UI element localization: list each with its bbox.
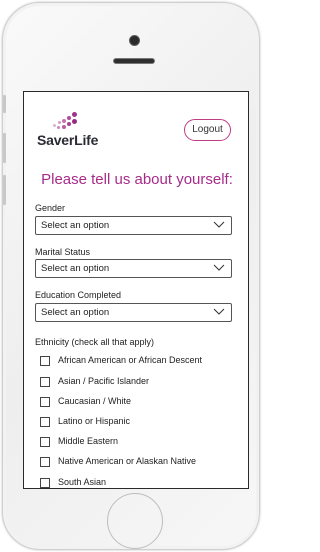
- marital-status-select-value: Select an option: [41, 263, 110, 274]
- gender-select-value: Select an option: [41, 220, 110, 231]
- checkbox-label: African American or African Descent: [58, 355, 203, 365]
- saverlife-logo: SaverLife: [37, 110, 99, 150]
- checkbox-label: Asian / Pacific Islander: [58, 376, 150, 386]
- checkbox[interactable]: [40, 437, 50, 447]
- home-button[interactable]: [107, 493, 163, 549]
- chevron-down-icon: [213, 221, 225, 228]
- marital-status-select[interactable]: Select an option: [35, 259, 232, 278]
- checkbox-label: Caucasian / White: [58, 396, 132, 406]
- checkbox-label: Middle Eastern: [58, 436, 119, 446]
- checkbox-label: Native American or Alaskan Native: [58, 456, 197, 466]
- ethnicity-label: Ethnicity (check all that apply): [35, 337, 155, 347]
- education-select-value: Select an option: [41, 307, 110, 318]
- education-label: Education Completed: [35, 290, 122, 300]
- checkbox[interactable]: [40, 397, 50, 407]
- marital-status-label: Marital Status: [35, 247, 91, 257]
- gender-label: Gender: [35, 203, 66, 213]
- checkbox[interactable]: [40, 417, 50, 427]
- checkbox[interactable]: [40, 457, 50, 467]
- gender-select[interactable]: Select an option: [35, 216, 232, 235]
- front-camera: [130, 36, 139, 45]
- chevron-down-icon: [213, 308, 225, 315]
- earpiece-speaker: [113, 58, 155, 64]
- checkbox-label: Latino or Hispanic: [58, 416, 131, 426]
- logo-dots-icon: [53, 110, 79, 132]
- volume-up-button: [3, 133, 6, 163]
- education-select[interactable]: Select an option: [35, 303, 232, 322]
- checkbox[interactable]: [40, 377, 50, 387]
- app-screen: SaverLife Logout Please tell us about yo…: [23, 91, 249, 489]
- checkbox[interactable]: [40, 356, 50, 366]
- phone-frame: SaverLife Logout Please tell us about yo…: [2, 2, 260, 550]
- mute-switch: [3, 95, 6, 113]
- volume-down-button: [3, 175, 6, 205]
- checkbox[interactable]: [40, 478, 50, 488]
- logout-button[interactable]: Logout: [184, 119, 231, 141]
- chevron-down-icon: [213, 264, 225, 271]
- checkbox-label: South Asian: [58, 477, 107, 487]
- brand-name: SaverLife: [37, 132, 99, 148]
- page-heading: Please tell us about yourself:: [41, 171, 233, 188]
